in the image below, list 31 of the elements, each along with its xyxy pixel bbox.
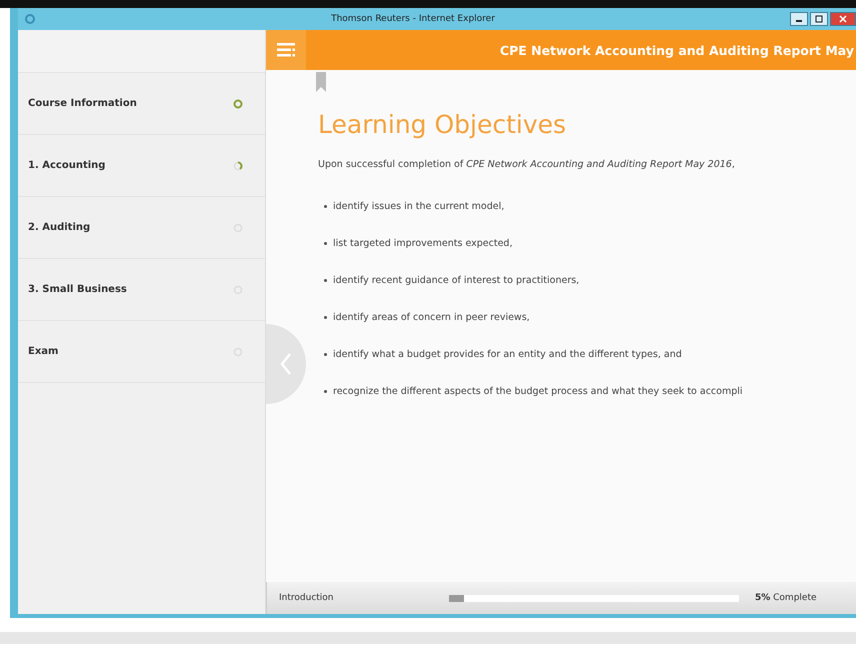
close-icon bbox=[839, 15, 847, 23]
objective-text: recognize the different aspects of the budget process and what they seek to accompli bbox=[333, 386, 743, 397]
sidebar-item[interactable]: 2. Auditing bbox=[18, 197, 265, 259]
sidebar-item[interactable]: Course Information bbox=[18, 73, 265, 135]
objective-text: identify areas of concern in peer reviews, bbox=[333, 312, 530, 323]
close-button[interactable] bbox=[830, 12, 856, 26]
bullet-icon bbox=[324, 242, 327, 245]
objective-text: identify what a budget provides for an entity and the different types, and bbox=[333, 349, 682, 360]
app-icon bbox=[24, 13, 36, 25]
course-title: CPE Network Accounting and Auditing Report May bbox=[498, 42, 855, 58]
bullet-icon bbox=[324, 316, 327, 319]
maximize-button[interactable] bbox=[810, 12, 828, 26]
bullet-icon bbox=[324, 353, 327, 356]
window-title: Thomson Reuters - Internet Explorer bbox=[330, 14, 496, 24]
bullet-icon bbox=[324, 279, 327, 282]
section-label: Introduction bbox=[279, 593, 335, 603]
objective-text: list targeted improvements expected, bbox=[333, 238, 512, 249]
maximize-icon bbox=[815, 15, 823, 23]
objective-text: identify recent guidance of interest to practitioners, bbox=[333, 275, 580, 286]
sidebar-item[interactable]: Exam bbox=[18, 321, 265, 383]
bullet-icon bbox=[324, 205, 327, 208]
progress-reading: 5% Complete bbox=[755, 593, 817, 603]
minimize-button[interactable] bbox=[790, 12, 808, 26]
sidebar-item[interactable]: 3. Small Business bbox=[18, 259, 265, 321]
page-heading: Learning Objectives bbox=[318, 110, 568, 139]
sidebar-item[interactable]: 1. Accounting bbox=[18, 135, 265, 197]
bullet-icon bbox=[324, 390, 327, 393]
menu-icon bbox=[277, 43, 295, 57]
chevron-left-icon bbox=[279, 352, 293, 376]
objective-text: identify issues in the current model, bbox=[333, 201, 504, 212]
intro-text: Upon successful completion of CPE Network Accounting and Auditing Report May 2016, bbox=[318, 159, 736, 170]
